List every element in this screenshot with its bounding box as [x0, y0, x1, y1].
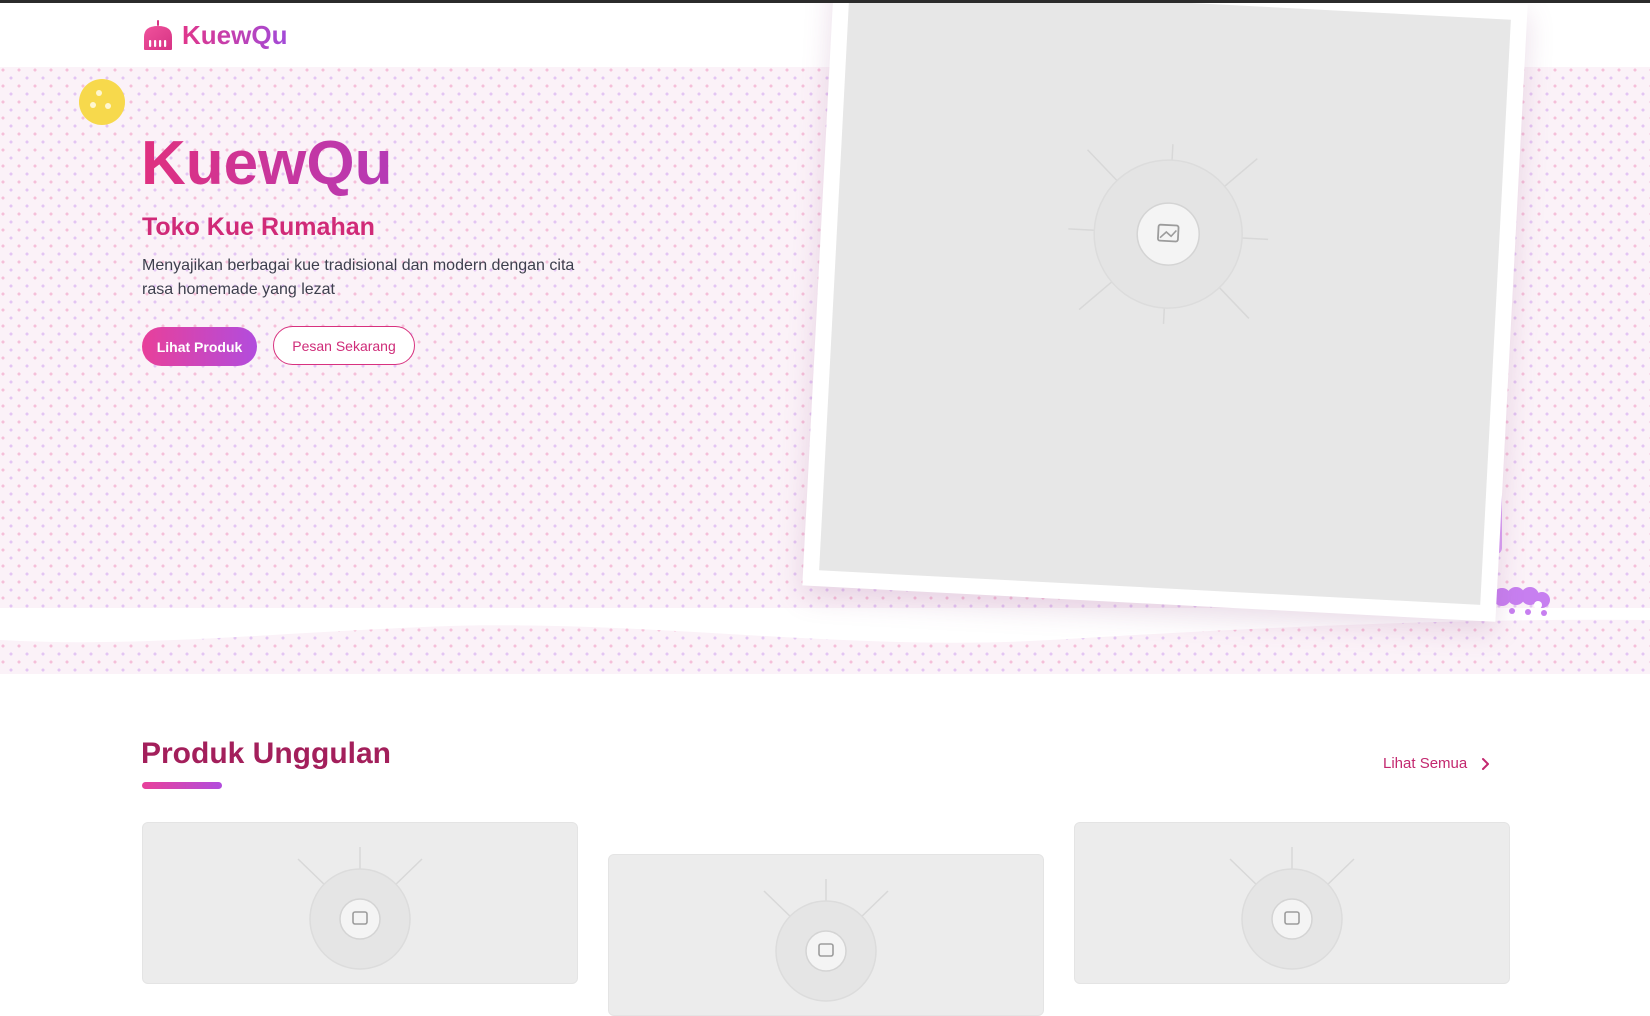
hero-image-placeholder [819, 0, 1511, 605]
image-placeholder-icon [1229, 847, 1355, 970]
featured-section-title: Produk Unggulan [141, 737, 391, 770]
cake-icon [144, 20, 172, 50]
window-top-border [0, 0, 1650, 3]
hero-image-frame [802, 0, 1528, 622]
hero-description: Menyajikan berbagai kue tradisional dan … [142, 257, 575, 298]
title-underline [142, 782, 222, 789]
image-placeholder-icon [1068, 144, 1269, 324]
decoration-cloud-icon [1493, 587, 1550, 616]
image-placeholder-icon [763, 879, 889, 1002]
product-card[interactable] [608, 854, 1044, 1016]
see-all-label: Lihat Semua [1383, 755, 1468, 772]
hero-title: KuewQu [141, 129, 393, 198]
chevron-right-icon [1482, 757, 1490, 770]
image-placeholder-icon [297, 847, 423, 970]
hero-subtitle: Toko Kue Rumahan [142, 213, 375, 241]
cookie-icon [79, 79, 125, 125]
brand-name: KuewQu [182, 19, 288, 50]
product-card[interactable] [142, 822, 578, 984]
see-all-link[interactable]: Lihat Semua [1383, 755, 1491, 772]
product-card[interactable] [1074, 822, 1510, 984]
order-now-button[interactable]: Pesan Sekarang [273, 326, 415, 365]
view-products-button[interactable]: Lihat Produk [142, 327, 257, 366]
brand-logo-link[interactable]: KuewQu [142, 19, 287, 51]
